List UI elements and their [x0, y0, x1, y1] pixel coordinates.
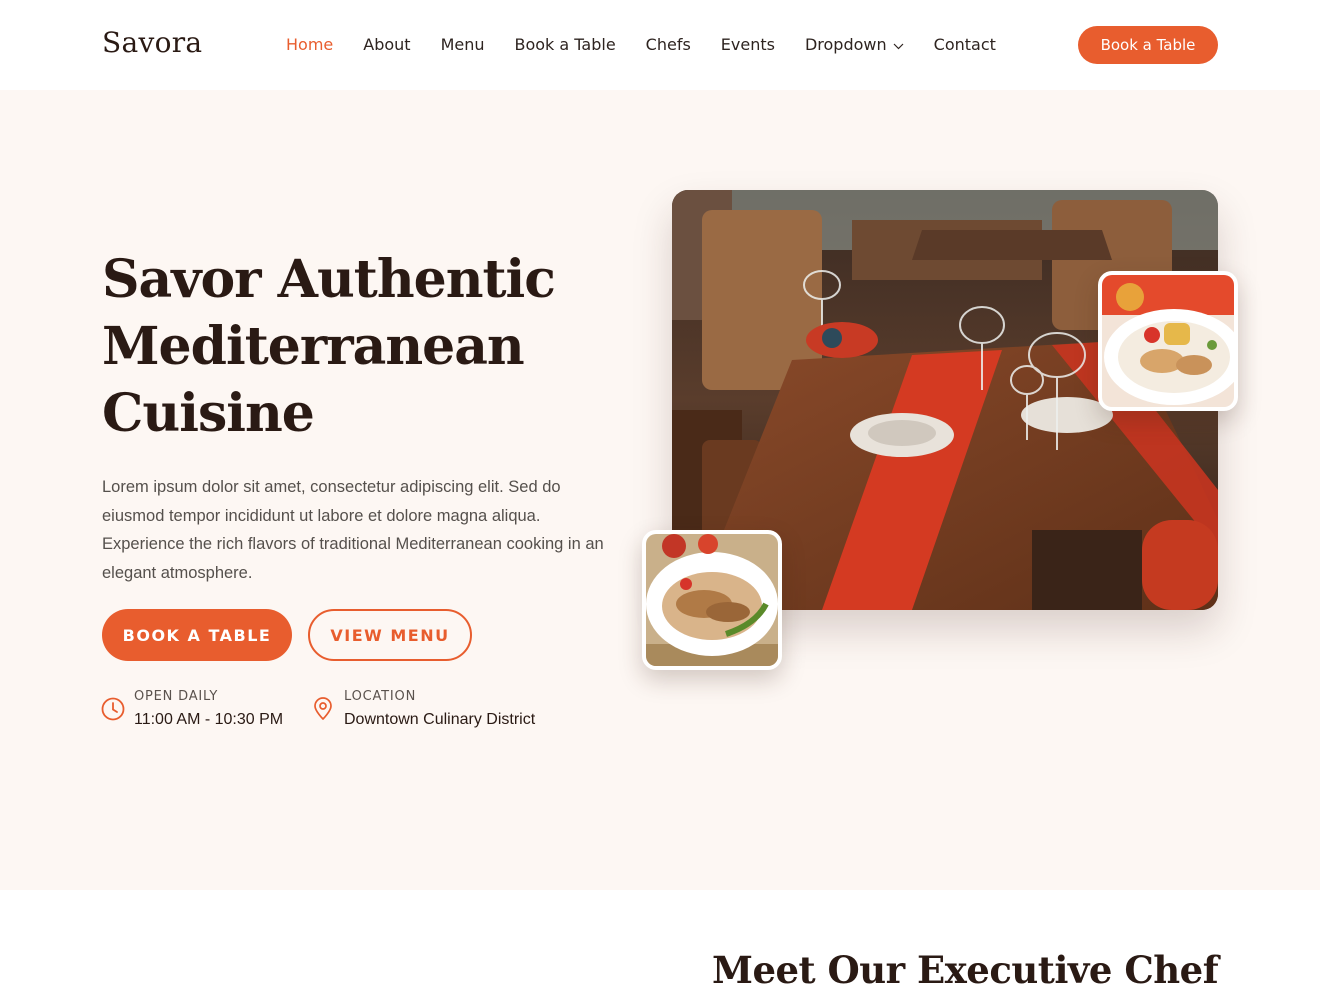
location-value: Downtown Culinary District: [344, 711, 536, 728]
chevron-down-icon: [893, 35, 904, 55]
dish-thumbnail-image: [1098, 271, 1238, 411]
opening-hours: OPEN DAILY 11:00 AM - 10:30 PM: [100, 688, 283, 730]
nav-item-about[interactable]: About: [363, 35, 410, 55]
book-table-button[interactable]: BOOK A TABLE: [102, 609, 292, 661]
map-pin-icon: [310, 696, 336, 722]
brand-logo[interactable]: Savora: [102, 26, 202, 59]
dish-thumbnail-image: [642, 530, 782, 670]
hours-value: 11:00 AM - 10:30 PM: [134, 711, 284, 728]
header-book-table-button[interactable]: Book a Table: [1078, 26, 1218, 64]
nav-item-contact[interactable]: Contact: [934, 35, 996, 55]
nav-item-dropdown-label: Dropdown: [804, 35, 887, 54]
nav-item-home[interactable]: Home: [286, 35, 333, 55]
nav-item-dropdown[interactable]: Dropdown: [805, 35, 904, 55]
clock-icon: [100, 696, 126, 722]
view-menu-button[interactable]: VIEW MENU: [308, 609, 472, 661]
main-nav: Home About Menu Book a Table Chefs Event…: [286, 35, 1026, 55]
hero-description: Lorem ipsum dolor sit amet, consectetur …: [102, 478, 604, 582]
hero-title-line: Cuisine: [102, 383, 315, 444]
site-header: Savora Home About Menu Book a Table Chef…: [0, 0, 1320, 90]
nav-item-book-a-table[interactable]: Book a Table: [515, 35, 616, 55]
hero-section: Savor Authentic Mediterranean Cuisine Lo…: [0, 90, 1320, 890]
location-info: LOCATION Downtown Culinary District: [310, 688, 535, 730]
location-label: LOCATION: [344, 689, 417, 704]
hero-title-line: Savor Authentic: [102, 249, 556, 310]
hero-title-line: Mediterranean: [102, 316, 525, 377]
nav-item-chefs[interactable]: Chefs: [646, 35, 691, 55]
hero-title: Savor Authentic Mediterranean Cuisine: [102, 246, 622, 447]
hours-label: OPEN DAILY: [134, 689, 219, 704]
section-title: Meet Our Executive Chef: [712, 948, 1219, 990]
nav-item-menu[interactable]: Menu: [441, 35, 485, 55]
nav-item-events[interactable]: Events: [721, 35, 775, 55]
